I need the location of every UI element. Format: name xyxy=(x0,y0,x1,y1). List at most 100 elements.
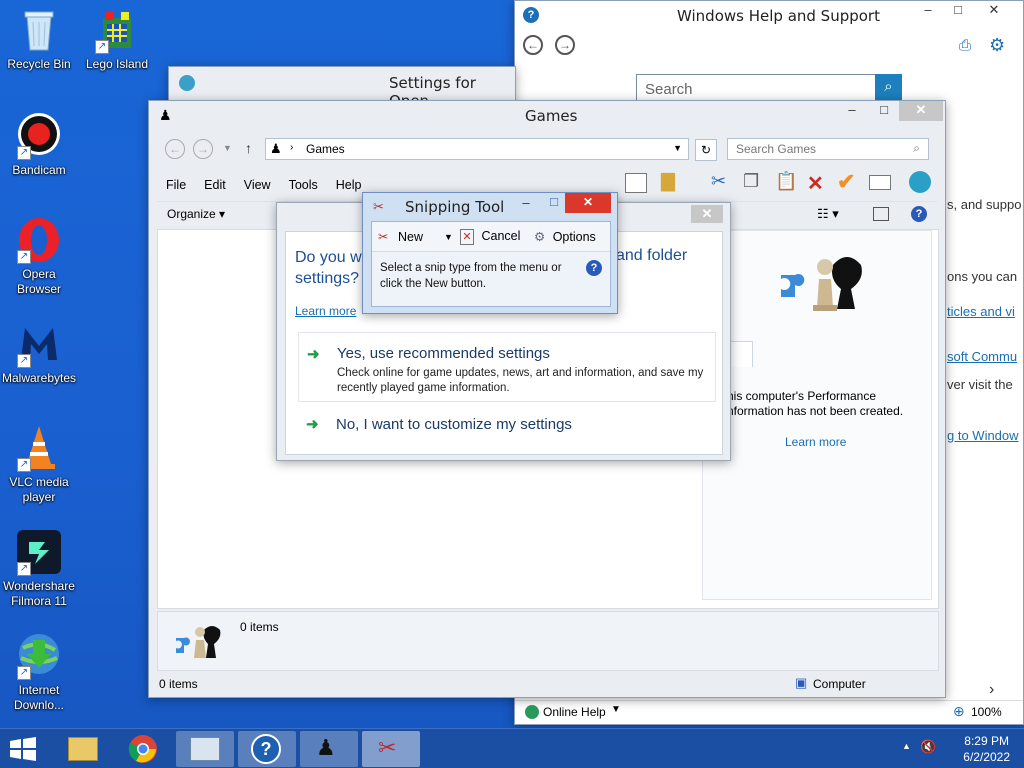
menu-edit[interactable]: Edit xyxy=(195,175,235,197)
search-games-placeholder: Search Games xyxy=(736,142,817,156)
chevron-down-icon: ▼ xyxy=(611,704,621,715)
refresh-icon[interactable]: ↻ xyxy=(695,139,717,161)
details-item-count: 0 items xyxy=(240,620,279,634)
address-bar[interactable]: ♟ › Games ▼ xyxy=(265,138,689,160)
cut-icon[interactable]: ✂ xyxy=(711,171,726,192)
menu-view[interactable]: View xyxy=(235,175,280,197)
green-arrow-icon: ➜ xyxy=(306,416,319,433)
desktop-icon-filmora[interactable]: ↗ Wondershare Filmora 11 xyxy=(0,528,78,609)
shortcut-arrow-icon: ↗ xyxy=(17,666,31,680)
shortcut-arrow-icon: ↗ xyxy=(17,146,31,160)
taskbar-games[interactable]: ♟ xyxy=(300,731,358,767)
games-app-icon: ♟ xyxy=(159,107,172,123)
desktop-icon-opera[interactable]: ↗ Opera Browser xyxy=(0,216,78,297)
new-snip-dropdown[interactable]: ▼ xyxy=(444,232,453,242)
properties-icon[interactable] xyxy=(869,175,891,190)
dialog-learn-more[interactable]: Learn more xyxy=(295,304,356,318)
taskbar-control-panel[interactable] xyxy=(176,731,234,767)
help-search-input[interactable]: Search xyxy=(636,74,876,102)
print-icon[interactable]: ⎙ xyxy=(959,37,971,54)
breadcrumb-separator-icon: › xyxy=(290,142,294,153)
taskbar: ? ♟ ✂ ▲ 🔇 8:29 PM 6/2/2022 xyxy=(0,728,1024,768)
chevron-down-icon[interactable]: ▼ xyxy=(673,143,682,153)
help-link[interactable]: g to Window xyxy=(947,428,1019,443)
up-arrow-icon[interactable]: ↑ xyxy=(245,140,252,156)
preview-pane-icon[interactable] xyxy=(873,207,889,221)
help-link[interactable]: soft Commu xyxy=(947,349,1017,364)
minimize-button[interactable]: – xyxy=(837,101,867,121)
menu-file[interactable]: File xyxy=(157,175,195,197)
show-hidden-icons-icon[interactable]: ▲ xyxy=(902,741,911,751)
desktop-icon-label: Recycle Bin xyxy=(7,57,71,71)
shortcut-arrow-icon: ↗ xyxy=(95,40,109,54)
taskbar-help-and-support[interactable]: ? xyxy=(238,731,296,767)
options-button[interactable]: ⚙ Options xyxy=(534,229,596,244)
start-button[interactable] xyxy=(8,737,38,761)
folder-options-icon[interactable]: ▇ xyxy=(661,171,675,192)
breadcrumb-games[interactable]: Games xyxy=(306,142,345,156)
recent-dropdown-icon[interactable]: ▼ xyxy=(223,143,232,153)
desktop-icon-malwarebytes[interactable]: ↗ Malwarebytes xyxy=(0,320,78,386)
help-icon: ? xyxy=(523,7,539,23)
desktop-icon-vlc[interactable]: ↗ VLC media player xyxy=(0,424,78,505)
desktop-icon-bandicam[interactable]: ↗ Bandicam xyxy=(0,112,78,178)
desktop-icon-lego-island[interactable]: ↗ Lego Island xyxy=(78,6,156,72)
games-window-title: Games xyxy=(525,107,578,125)
search-games-input[interactable]: Search Games ⌕ xyxy=(727,138,929,160)
desktop-icon-recycle-bin[interactable]: Recycle Bin xyxy=(0,6,78,72)
minimize-button[interactable]: – xyxy=(913,1,943,21)
maximize-button[interactable]: □ xyxy=(943,1,973,21)
options-label: Options xyxy=(552,230,596,244)
help-icon[interactable]: ? xyxy=(586,260,602,276)
recommended-settings-option[interactable]: ➜ Yes, use recommended settings Check on… xyxy=(298,332,716,402)
desktop-icon-label: Internet Downlo... xyxy=(13,683,65,712)
forward-icon[interactable]: → xyxy=(193,139,213,159)
search-icon[interactable]: ⌕ xyxy=(913,141,920,156)
zoom-icon[interactable]: ⊕ xyxy=(953,703,965,720)
close-button[interactable]: ✕ xyxy=(899,101,943,121)
game-provider-panel: his computer's Performance nformation ha… xyxy=(702,230,932,600)
layout-icon[interactable] xyxy=(625,173,647,193)
snipping-tool-body: ✂ New ▼ ✕ Cancel ⚙ Options Select a snip… xyxy=(371,221,611,307)
volume-muted-icon[interactable]: 🔇 xyxy=(920,739,936,755)
help-text: ons you can xyxy=(947,269,1018,284)
bandicam-icon: ↗ xyxy=(15,112,63,160)
desktop-icon-label: Malwarebytes xyxy=(1,371,77,385)
online-help-dropdown[interactable]: Online Help xyxy=(543,705,606,719)
maximize-button[interactable]: □ xyxy=(869,101,899,121)
games-titlebar: ♟ Games – □ ✕ xyxy=(149,101,945,131)
chevron-right-icon[interactable]: › xyxy=(989,681,994,699)
help-icon[interactable]: ? xyxy=(911,206,927,222)
snipping-tool-icon: ✂ xyxy=(373,199,384,214)
customize-settings-option[interactable]: ➜ No, I want to customize my settings xyxy=(298,412,716,442)
organize-button[interactable]: Organize ▾ xyxy=(167,207,225,221)
help-link[interactable]: ticles and vi xyxy=(947,304,1015,319)
view-options-icon[interactable]: ☷ ▾ xyxy=(817,206,839,222)
close-button[interactable]: ✕ xyxy=(979,1,1009,21)
new-snip-button[interactable]: ✂ New xyxy=(378,229,423,244)
minimize-button[interactable]: – xyxy=(511,194,541,214)
menu-tools[interactable]: Tools xyxy=(280,175,327,197)
taskbar-chrome[interactable] xyxy=(114,731,172,767)
delete-icon[interactable]: ✕ xyxy=(807,171,824,196)
paste-icon[interactable]: 📋 xyxy=(775,171,797,192)
taskbar-snipping-tool[interactable]: ✂ xyxy=(362,731,420,767)
copy-icon[interactable]: ❐ xyxy=(743,171,759,192)
taskbar-file-explorer[interactable] xyxy=(54,731,112,767)
close-button[interactable]: ✕ xyxy=(565,193,611,213)
desktop-icon-internet-download[interactable]: ↗ Internet Downlo... xyxy=(0,632,78,713)
zoom-level[interactable]: 100% xyxy=(971,705,1002,719)
checkmark-icon[interactable]: ✔ xyxy=(837,169,855,195)
performance-learn-more[interactable]: Learn more xyxy=(785,435,846,449)
games-chess-icon xyxy=(176,626,221,658)
game-provider-icon[interactable] xyxy=(909,171,931,193)
gear-icon[interactable]: ⚙ xyxy=(989,35,1005,56)
back-icon[interactable]: ← xyxy=(523,35,543,55)
internet-download-manager-icon: ↗ xyxy=(15,632,63,680)
forward-icon[interactable]: → xyxy=(555,35,575,55)
cancel-button[interactable]: ✕ Cancel xyxy=(460,229,520,245)
close-button[interactable]: ✕ xyxy=(691,205,723,223)
taskbar-clock[interactable]: 8:29 PM 6/2/2022 xyxy=(963,733,1010,765)
help-search-button[interactable]: ⌕ xyxy=(875,74,902,102)
back-icon[interactable]: ← xyxy=(165,139,185,159)
